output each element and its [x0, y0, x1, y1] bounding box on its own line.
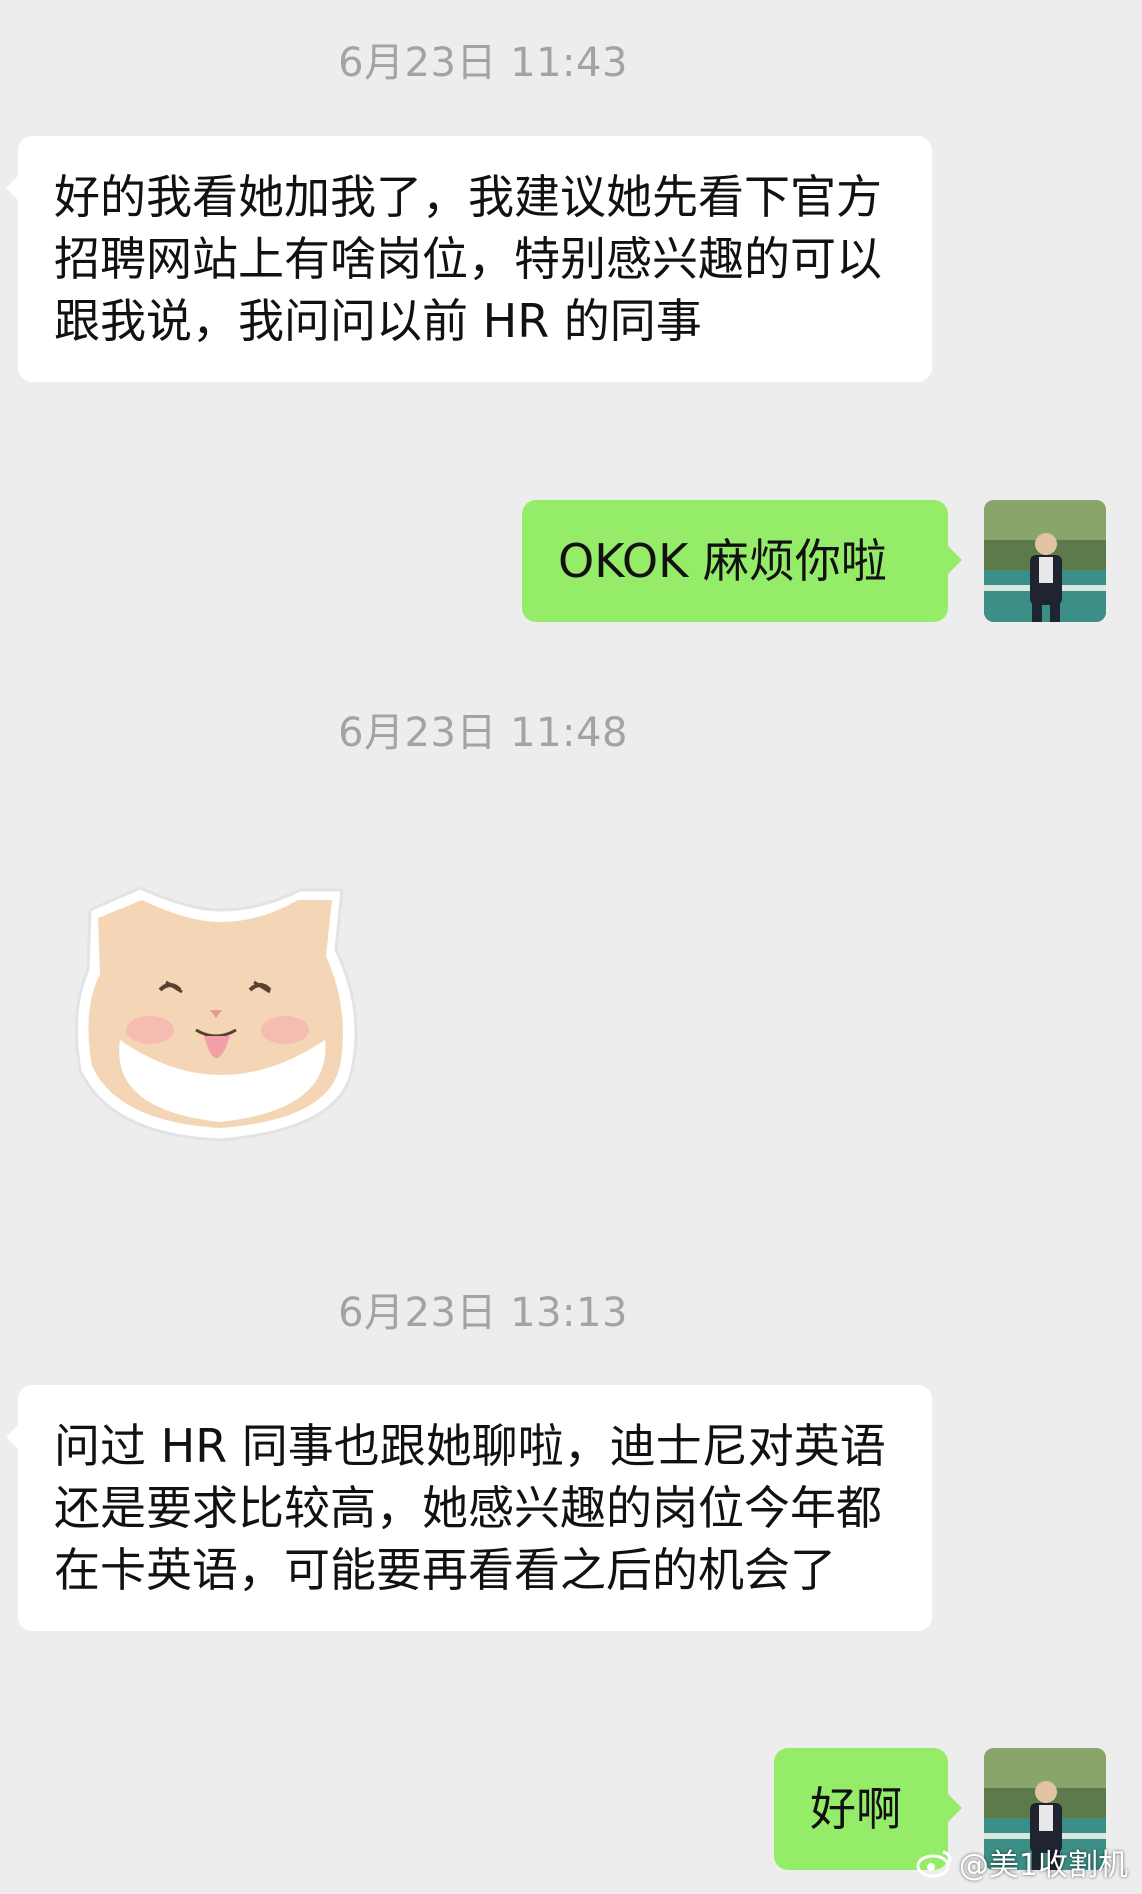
weibo-logo-icon [916, 1850, 952, 1878]
timestamp: 6月23日 11:43 [338, 40, 628, 86]
timestamp: 6月23日 11:48 [338, 710, 628, 756]
timestamp: 6月23日 13:13 [338, 1290, 628, 1336]
message-text: OKOK 麻烦你啦 [558, 534, 887, 588]
outgoing-message-bubble[interactable]: OKOK 麻烦你啦 [522, 500, 962, 622]
incoming-message-bubble[interactable]: 好的我看她加我了，我建议她先看下官方招聘网站上有啥岗位，特别感兴趣的可以跟我说，… [6, 136, 932, 382]
watermark-text: @美1收割机 [958, 1848, 1128, 1883]
watermark: @美1收割机 [915, 1840, 1128, 1884]
message-text: 好啊 [810, 1782, 902, 1836]
message-text: 好的我看她加我了，我建议她先看下官方招聘网站上有啥岗位，特别感兴趣的可以跟我说，… [54, 170, 882, 348]
sticker-message[interactable] [70, 870, 360, 1150]
incoming-message-bubble[interactable]: 问过 HR 同事也跟她聊啦，迪士尼对英语还是要求比较高，她感兴趣的岗位今年都在卡… [6, 1385, 932, 1631]
smiling-cat-sticker [74, 886, 358, 1142]
message-text: 问过 HR 同事也跟她聊啦，迪士尼对英语还是要求比较高，她感兴趣的岗位今年都在卡… [54, 1419, 886, 1597]
user-avatar[interactable] [984, 500, 1106, 622]
